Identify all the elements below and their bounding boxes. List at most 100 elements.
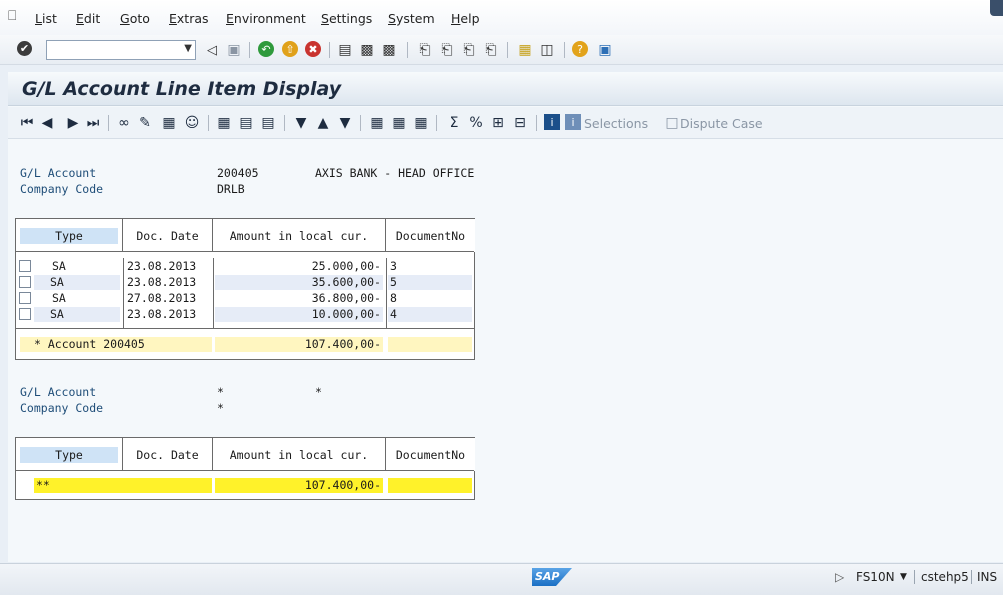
next-page-icon[interactable]: ⎗: [460, 41, 478, 59]
table-row[interactable]: SA 27.08.2013 36.800,00- 8: [16, 291, 474, 306]
total-icon[interactable]: Σ: [445, 114, 463, 132]
cell-doc-date: 23.08.2013: [127, 275, 197, 289]
last-item-icon[interactable]: ⏭: [84, 114, 102, 132]
window-corner-button[interactable]: [990, 0, 1003, 16]
help-icon[interactable]: ?: [572, 41, 588, 57]
cell-type: SA: [34, 307, 120, 322]
cell-document-no: 4: [388, 307, 472, 322]
cell-type: SA: [52, 291, 66, 305]
column-header-document-no[interactable]: DocumentNo: [386, 438, 475, 471]
first-item-icon[interactable]: ⏮: [18, 114, 36, 132]
selections-icon[interactable]: i: [565, 114, 581, 130]
menu-system[interactable]: System: [388, 11, 435, 26]
menu-environment[interactable]: Environment: [226, 11, 306, 26]
column-header-type[interactable]: Type: [16, 438, 123, 471]
save-layout-icon[interactable]: ▦: [412, 114, 430, 132]
column-header-document-no[interactable]: DocumentNo: [386, 219, 475, 252]
row-select-checkbox[interactable]: [19, 260, 31, 272]
menu-extras[interactable]: Extras: [169, 11, 209, 26]
collapse-icon[interactable]: ⊟: [511, 114, 529, 132]
dispute-case-button[interactable]: Dispute Case: [680, 116, 763, 131]
menu-edit[interactable]: Edit: [76, 11, 100, 26]
user-icon[interactable]: ☺: [183, 114, 201, 132]
page-title: G/L Account Line Item Display: [22, 78, 342, 100]
display-change-icon[interactable]: ∞: [115, 114, 133, 132]
find-next-icon[interactable]: ▩: [380, 41, 398, 59]
selections-button[interactable]: Selections: [584, 116, 648, 131]
company-code-value: DRLB: [217, 182, 245, 196]
cell-amount: 35.600,00-: [215, 275, 383, 290]
info-icon[interactable]: i: [544, 114, 560, 130]
cell-doc-date: 23.08.2013: [127, 307, 197, 321]
cell-amount: 10.000,00-: [215, 307, 383, 322]
edit-pencil-icon[interactable]: ✎: [136, 114, 154, 132]
find-icon[interactable]: ▩: [358, 41, 376, 59]
column-header-amount[interactable]: Amount in local cur.: [213, 438, 386, 471]
document-overview-icon[interactable]: ▦: [215, 114, 233, 132]
choose-layout-icon[interactable]: ▦: [390, 114, 408, 132]
sort-descending-icon[interactable]: ▼: [336, 114, 354, 132]
gl-account-value-2: *: [217, 385, 224, 399]
column-header-doc-date[interactable]: Doc. Date: [123, 219, 213, 252]
gl-account-label-2: G/L Account: [20, 385, 97, 399]
insert-mode[interactable]: INS: [977, 570, 997, 584]
row-select-checkbox[interactable]: [19, 308, 31, 320]
menu-help[interactable]: Help: [451, 11, 480, 26]
first-page-icon[interactable]: ⎗: [416, 41, 434, 59]
cell-document-no: 5: [388, 275, 472, 290]
back-icon[interactable]: ↶: [258, 41, 274, 57]
dispute-case-icon[interactable]: □: [663, 114, 681, 132]
cancel-icon[interactable]: ✖: [305, 41, 321, 57]
column-header-doc-date[interactable]: Doc. Date: [123, 438, 213, 471]
menu-list[interactable]: List: [35, 11, 57, 26]
cell-doc-date: 23.08.2013: [127, 259, 197, 273]
new-session-icon[interactable]: ▦: [516, 41, 534, 59]
details-icon[interactable]: ▦: [160, 114, 178, 132]
table-row[interactable]: SA 23.08.2013 35.600,00- 5: [16, 275, 474, 290]
expand-icon[interactable]: ⊞: [489, 114, 507, 132]
server-name: cstehp5: [921, 570, 969, 584]
cell-type: SA: [52, 259, 66, 273]
line-item-table: Type Doc. Date Amount in local cur. Docu…: [15, 218, 475, 360]
total-row[interactable]: ** 107.400,00-: [16, 478, 474, 493]
attachment-icon[interactable]: ▤: [259, 114, 277, 132]
back-nav-icon[interactable]: ◁: [203, 41, 221, 59]
menu-settings[interactable]: Settings: [321, 11, 372, 26]
exit-icon[interactable]: ⇧: [282, 41, 298, 57]
chevron-down-icon[interactable]: ▼: [184, 43, 192, 54]
menu-exit-icon[interactable]: ⎕: [8, 8, 16, 24]
subtotal-row[interactable]: * Account 200405 107.400,00-: [16, 337, 474, 352]
subtotal-icon[interactable]: %: [467, 114, 485, 132]
subtotal-amount: 107.400,00-: [215, 337, 383, 352]
menu-goto[interactable]: Goto: [120, 11, 150, 26]
sort-ascending-icon[interactable]: ▲: [314, 114, 332, 132]
shortcut-icon[interactable]: ◫: [538, 41, 556, 59]
print-icon[interactable]: ▤: [336, 41, 354, 59]
transaction-code: FS10N: [856, 570, 895, 584]
cell-type: SA: [34, 275, 120, 290]
customize-layout-icon[interactable]: ▣: [596, 41, 614, 59]
total-label: **: [34, 478, 212, 493]
status-expand-icon[interactable]: ▷: [835, 570, 844, 584]
last-page-icon[interactable]: ⎗: [482, 41, 500, 59]
next-item-icon[interactable]: ▶: [64, 114, 82, 132]
enter-icon[interactable]: ✔: [17, 41, 32, 56]
transaction-dropdown-icon[interactable]: ▼: [900, 572, 907, 582]
row-select-checkbox[interactable]: [19, 276, 31, 288]
document-icon[interactable]: ▤: [237, 114, 255, 132]
prev-page-icon[interactable]: ⎗: [438, 41, 456, 59]
row-select-checkbox[interactable]: [19, 292, 31, 304]
column-header-amount[interactable]: Amount in local cur.: [213, 219, 386, 252]
previous-item-icon[interactable]: ◀: [38, 114, 56, 132]
company-code-label: Company Code: [20, 182, 104, 196]
command-field[interactable]: ▼: [46, 40, 196, 60]
gl-account-name-2: *: [315, 385, 322, 399]
table-row[interactable]: SA 23.08.2013 10.000,00- 4: [16, 307, 474, 322]
save-icon[interactable]: ▣: [225, 41, 243, 59]
column-header-type[interactable]: Type: [16, 219, 123, 252]
layout-icon[interactable]: ▦: [368, 114, 386, 132]
filter-icon[interactable]: ▼: [292, 114, 310, 132]
gl-account-name: AXIS BANK - HEAD OFFICE: [315, 166, 475, 180]
table-row[interactable]: SA 23.08.2013 25.000,00- 3: [16, 259, 474, 274]
company-code-value-2: *: [217, 401, 224, 415]
